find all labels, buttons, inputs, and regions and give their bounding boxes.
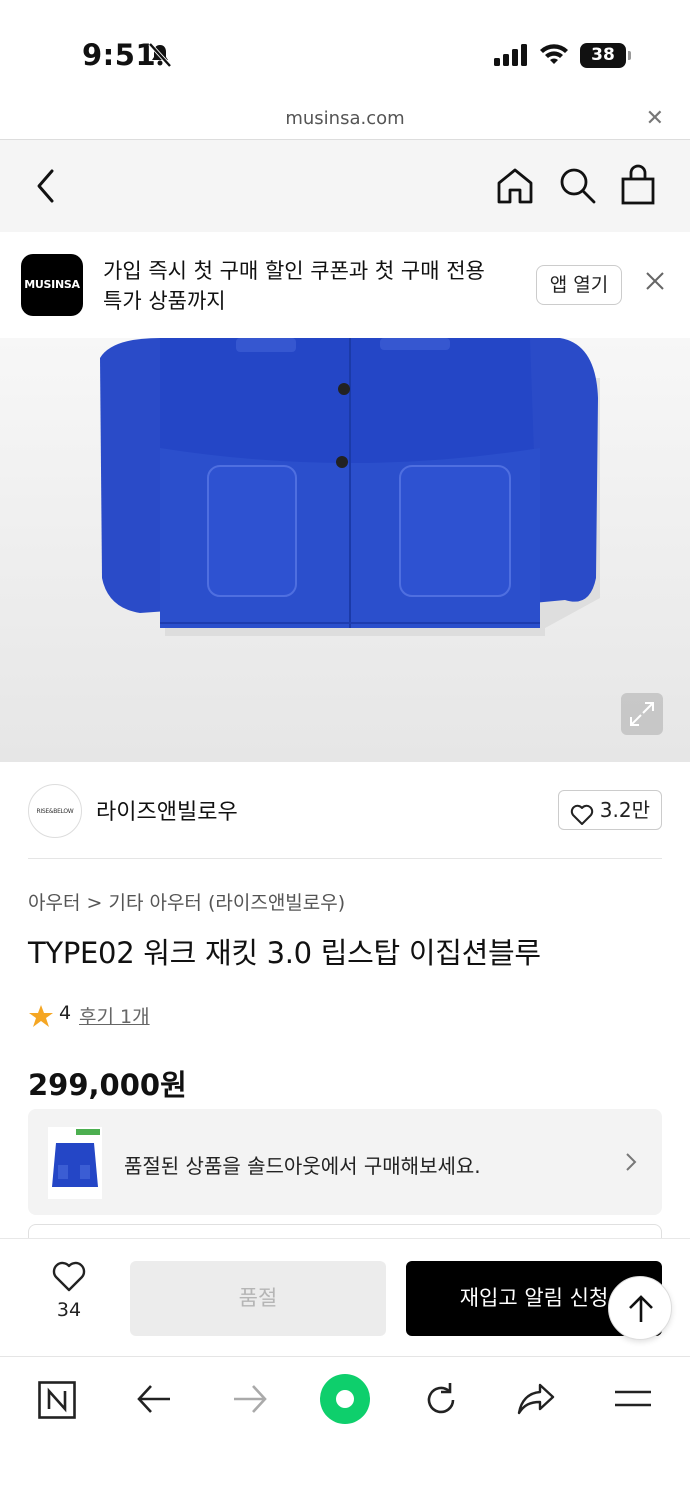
chevron-right-icon (624, 1151, 638, 1177)
expand-icon[interactable] (621, 693, 663, 735)
soldout-notice[interactable]: 품절된 상품을 솔드아웃에서 구매해보세요. (124, 1150, 481, 1179)
signal-icon (494, 44, 528, 70)
brand-name[interactable]: 라이즈앤빌로우 (96, 794, 238, 826)
battery-cap (628, 51, 631, 60)
wifi-icon (538, 42, 570, 70)
banner-message: 가입 즉시 첫 구매 할인 쿠폰과 첫 구매 전용 특가 상품까지 (103, 256, 513, 316)
heart-icon (51, 1261, 87, 1297)
brand-like-button[interactable]: 3.2만 (558, 790, 662, 830)
browser-toolbar (0, 1356, 690, 1500)
banner-message-line2: 특가 상품까지 (103, 289, 226, 313)
heart-icon (570, 800, 594, 838)
purchase-bar: 34 품절 재입고 알림 신청 (0, 1238, 690, 1356)
open-app-button[interactable]: 앱 열기 (536, 265, 622, 305)
site-header (0, 140, 690, 232)
musinsa-logo: MUSINSA (21, 254, 83, 316)
reload-icon[interactable] (422, 1381, 460, 1423)
product-title: TYPE02 워크 재킷 3.0 립스탑 이집션블루 (28, 936, 541, 970)
url-bar[interactable]: musinsa.com ✕ (0, 100, 690, 140)
app-install-banner: MUSINSA 가입 즉시 첫 구매 할인 쿠폰과 첫 구매 전용 특가 상품까… (0, 232, 690, 338)
breadcrumb-subcategory[interactable]: 기타 아우터 (108, 892, 201, 914)
bag-icon[interactable] (620, 164, 656, 210)
share-icon[interactable] (516, 1381, 556, 1421)
soldout-link-card[interactable]: 품절된 상품을 솔드아웃에서 구매해보세요. (28, 1109, 662, 1215)
arrow-right-icon[interactable] (232, 1381, 268, 1421)
brand-like-count: 3.2만 (599, 798, 650, 822)
banner-message-line1: 가입 즉시 첫 구매 할인 쿠폰과 첫 구매 전용 (103, 259, 485, 283)
soldout-thumbnail (48, 1127, 102, 1199)
brand-logo[interactable]: RISE&BELOW (28, 784, 82, 838)
n-icon[interactable] (38, 1381, 76, 1423)
breadcrumb-brand[interactable]: (라이즈앤빌로우) (208, 892, 345, 914)
status-time: 9:51 (82, 38, 157, 72)
review-link[interactable]: 후기 1개 (79, 1002, 150, 1029)
back-icon[interactable] (32, 168, 62, 208)
close-icon[interactable] (644, 270, 666, 296)
product-image[interactable] (0, 338, 690, 762)
soldout-button: 품절 (130, 1261, 386, 1336)
wish-count: 34 (56, 1299, 82, 1321)
url-text[interactable]: musinsa.com (0, 108, 690, 129)
close-icon[interactable]: ✕ (646, 106, 664, 131)
menu-icon[interactable] (614, 1381, 652, 1421)
breadcrumb: 아우터 > 기타 아우터 (라이즈앤빌로우) (28, 888, 345, 915)
star-icon (28, 1004, 54, 1033)
bell-off-icon (148, 42, 172, 72)
battery-indicator: 38 (580, 43, 626, 68)
wish-button[interactable]: 34 (34, 1261, 104, 1321)
thumbnail-tag (76, 1129, 100, 1135)
brand-row[interactable]: RISE&BELOW 라이즈앤빌로우 3.2만 (28, 762, 662, 859)
jacket-illustration (100, 338, 600, 636)
rating-score: 4 (59, 1002, 72, 1024)
home-icon[interactable] (495, 166, 535, 210)
breadcrumb-category[interactable]: 아우터 (28, 892, 80, 914)
arrow-left-icon[interactable] (136, 1381, 172, 1421)
product-price: 299,000원 (28, 1068, 187, 1102)
search-icon[interactable] (558, 166, 598, 210)
green-home-button[interactable] (320, 1374, 370, 1424)
scroll-top-button[interactable] (608, 1276, 672, 1340)
status-bar: 9:51 38 (0, 0, 690, 100)
breadcrumb-separator: > (86, 892, 103, 914)
